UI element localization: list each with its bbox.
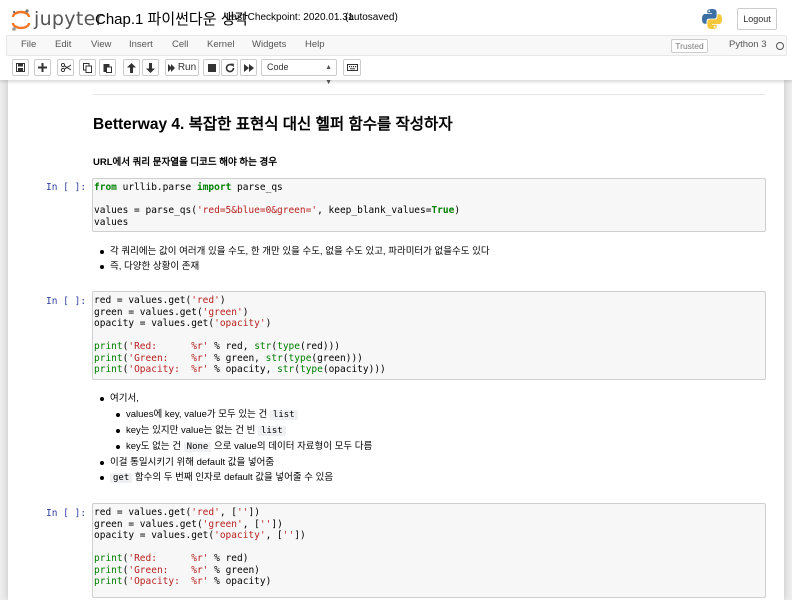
- list-item-text: values에 key, value가 모두 있는 건: [126, 409, 268, 420]
- save-button[interactable]: [12, 59, 29, 76]
- menu-insert[interactable]: Insert: [129, 39, 153, 50]
- arrow-up-icon: [127, 62, 136, 73]
- list-item: key도 없는 건 None 으로 value의 데이터 자료형이 모두 다름: [110, 439, 372, 455]
- jupyter-logo-icon: [11, 8, 31, 31]
- menu-edit[interactable]: Edit: [55, 39, 71, 50]
- fast-forward-icon: [243, 63, 254, 72]
- menu-bar: File Edit View Insert Cell Kernel Widget…: [6, 35, 787, 56]
- menu-view[interactable]: View: [91, 39, 111, 50]
- code-line: green = values.get('green'): [94, 306, 249, 318]
- code-line: values = parse_qs('red=5&blue=0&green=',…: [94, 205, 461, 216]
- paste-icon: [103, 63, 112, 73]
- restart-run-all-button[interactable]: [240, 59, 257, 76]
- cell-prompt: In [ ]:: [46, 182, 87, 193]
- stop-icon: [207, 63, 216, 72]
- jupyter-logo[interactable]: jupyter: [11, 7, 104, 31]
- python-logo-icon: [701, 8, 723, 30]
- code-line: red = values.get('red', ['']): [94, 507, 260, 518]
- inline-code: None: [183, 442, 212, 452]
- list-item: 즉, 다양한 상황이 존재: [94, 259, 490, 274]
- logout-button[interactable]: Logout: [737, 8, 777, 30]
- code-line: opacity = values.get('opacity', ['']): [94, 530, 306, 541]
- list-item-text: 함수의 두 번째 인자로 default 값을 넣어줄 수 있음: [134, 472, 334, 483]
- code-line: print('Red: %r' % red): [94, 553, 249, 564]
- list-item: 여기서, values에 key, value가 모두 있는 건 list ke…: [94, 391, 372, 455]
- paste-button[interactable]: [99, 59, 116, 76]
- code-line: red = values.get('red'): [94, 295, 226, 306]
- bullet-list-1: 각 쿼리에는 값이 여러개 있을 수도, 한 개만 있을 수도, 없을 수도 있…: [94, 244, 490, 274]
- plus-icon: [38, 63, 47, 72]
- list-item-text: key도 없는 건: [126, 441, 182, 452]
- cell-type-value: Code: [267, 62, 289, 72]
- run-label: Run: [177, 62, 197, 73]
- cell-prompt: In [ ]:: [46, 508, 87, 519]
- menu-file[interactable]: File: [21, 39, 36, 50]
- code-line: print('Green: %r' % green): [94, 564, 260, 576]
- sub-bullet-list: values에 key, value가 모두 있는 건 list key는 있지…: [110, 407, 372, 455]
- save-icon: [16, 63, 25, 72]
- code-cell-3[interactable]: red = values.get('red', ['']) green = va…: [92, 503, 766, 598]
- code-line: print('Red: %r' % red, str(type(red))): [94, 341, 341, 352]
- notebook-heading: Betterway 4. 복잡한 표현식 대신 헬퍼 함수를 작성하자: [93, 116, 453, 133]
- command-palette-button[interactable]: [343, 59, 361, 76]
- code-line: green = values.get('green', ['']): [94, 518, 283, 530]
- select-caret-icon: ▲ ▼: [325, 64, 332, 86]
- code-line: values: [94, 216, 129, 228]
- list-item: 각 쿼리에는 값이 여러개 있을 수도, 한 개만 있을 수도, 없을 수도 있…: [94, 244, 490, 259]
- list-item-text: 여기서,: [110, 393, 139, 404]
- notebook-header: jupyter Chap.1 파이썬다운 생각 Last Checkpoint:…: [0, 0, 792, 86]
- cut-button[interactable]: [57, 59, 74, 76]
- arrow-down-icon: [146, 62, 155, 73]
- code-cell-2[interactable]: red = values.get('red') green = values.g…: [92, 291, 766, 380]
- cell-prompt: In [ ]:: [46, 296, 87, 307]
- bullet-list-2: 여기서, values에 key, value가 모두 있는 건 list ke…: [94, 391, 372, 455]
- menu-kernel[interactable]: Kernel: [207, 39, 234, 50]
- menu-cell[interactable]: Cell: [172, 39, 188, 50]
- run-icon: [167, 63, 175, 72]
- inline-code: get: [110, 473, 133, 483]
- list-item: get 함수의 두 번째 인자로 default 값을 넣어줄 수 있음: [94, 470, 333, 486]
- divider: [93, 94, 765, 95]
- notebook-subheading: URL에서 쿼리 문자열을 디코드 해야 하는 경우: [93, 157, 277, 168]
- code-line: print('Green: %r' % green, str(type(gree…: [94, 352, 363, 364]
- list-item: key는 있지만 value는 없는 건 빈 list: [110, 423, 372, 439]
- kernel-name[interactable]: Python 3: [729, 39, 767, 50]
- inline-code: list: [258, 426, 286, 436]
- copy-button[interactable]: [79, 59, 96, 76]
- list-item-text: key는 있지만 value는 없는 건 빈: [126, 425, 256, 436]
- notebook-page: Betterway 4. 복잡한 표현식 대신 헬퍼 함수를 작성하자 URL에…: [8, 80, 784, 600]
- cell-type-select[interactable]: Code ▲ ▼: [261, 59, 337, 86]
- keyboard-icon: [346, 64, 358, 71]
- toolbar: Run Code ▲ ▼: [0, 59, 792, 86]
- bullet-list-3: 이걸 통일시키기 위해 default 값을 넣어줌 get 함수의 두 번째 …: [94, 455, 333, 486]
- code-line: from urllib.parse import parse_qs: [94, 182, 283, 193]
- trusted-indicator[interactable]: Trusted: [671, 39, 708, 53]
- insert-cell-button[interactable]: [34, 59, 51, 76]
- code-cell-1[interactable]: from urllib.parse import parse_qs values…: [92, 178, 766, 232]
- code-line: opacity = values.get('opacity'): [94, 318, 272, 329]
- list-item: 이걸 통일시키기 위해 default 값을 넣어줌: [94, 455, 333, 470]
- run-button[interactable]: Run: [165, 59, 199, 76]
- move-down-button[interactable]: [142, 59, 159, 76]
- menu-help[interactable]: Help: [305, 39, 325, 50]
- move-up-button[interactable]: [123, 59, 140, 76]
- list-item-text: 으로 value의 데이터 자료형이 모두 다름: [214, 441, 373, 452]
- inline-code: list: [269, 410, 298, 420]
- restart-button[interactable]: [221, 59, 238, 76]
- jupyter-logo-text: jupyter: [34, 8, 104, 30]
- list-item: values에 key, value가 모두 있는 건 list: [110, 407, 372, 423]
- restart-icon: [225, 63, 235, 73]
- code-line: print('Opacity: %r' % opacity, str(type(…: [94, 364, 386, 375]
- checkpoint-status: Last Checkpoint: 2020.01.31: [226, 12, 354, 23]
- autosave-status: (autosaved): [345, 12, 398, 23]
- kernel-idle-icon: [776, 42, 784, 50]
- cut-icon: [60, 63, 71, 72]
- interrupt-button[interactable]: [203, 59, 220, 76]
- menu-widgets[interactable]: Widgets: [252, 39, 286, 50]
- copy-icon: [83, 62, 92, 73]
- code-line: print('Opacity: %r' % opacity): [94, 576, 272, 587]
